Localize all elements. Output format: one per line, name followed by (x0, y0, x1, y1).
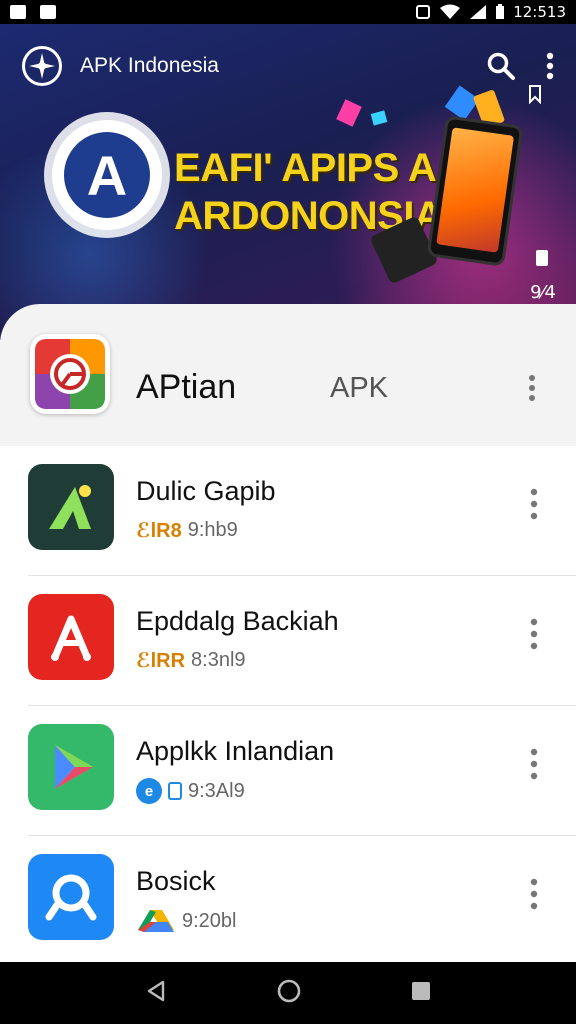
featured-app-icon[interactable] (30, 334, 110, 414)
app-tag: ℰlR8 (136, 520, 182, 542)
app-meta: ℰlR8 9:hb9 (136, 518, 238, 543)
app-version: 8:3nl9 (191, 649, 246, 671)
app-meta: e 9:3Al9 (136, 778, 245, 804)
list-item[interactable]: Dulic Gapib ℰlR8 9:hb9 (0, 446, 576, 576)
app-name: Dulic Gapib (136, 476, 276, 506)
recents-icon[interactable] (410, 980, 432, 1007)
status-bar: 12:513 (0, 0, 576, 24)
image-notification-icon (40, 5, 56, 19)
drive-icon (138, 910, 174, 932)
list-item[interactable]: Applkk Inlandian e 9:3Al9 (0, 706, 576, 836)
app-version: 9:hb9 (187, 519, 238, 541)
sync-icon (416, 5, 431, 19)
app-name: Applkk Inlandian (136, 736, 335, 766)
decor-shape (536, 250, 548, 266)
app-meta: 9:20bl (136, 908, 237, 934)
app-list: Dulic Gapib ℰlR8 9:hb9 Epddalg Backiah ℰ… (0, 446, 576, 966)
compass-logo-icon (22, 46, 62, 86)
app-bar: APK Indonesia (0, 24, 576, 108)
more-vert-icon[interactable] (530, 878, 538, 915)
more-vert-icon[interactable] (530, 618, 538, 655)
app-title: APK Indonesia (80, 54, 219, 77)
list-item[interactable]: Bosick 9:20bl (0, 836, 576, 966)
hero-headline-line1: EAFI' APIPS A (174, 146, 437, 190)
list-item[interactable]: Epddalg Backiah ℰlRR 8:3nl9 (0, 576, 576, 706)
home-icon[interactable] (276, 978, 302, 1009)
more-vert-icon[interactable] (546, 52, 554, 80)
app-version: 9:3Al9 (188, 779, 245, 802)
clock: 12:513 (513, 3, 566, 21)
browser-icon: e (136, 778, 162, 804)
app-version: 9:20bl (182, 909, 237, 932)
blue-search-app-icon (28, 854, 114, 940)
hero-emblem: A (52, 120, 162, 230)
system-nav-bar (0, 962, 576, 1024)
signal-icon (470, 5, 487, 19)
app-tag: ℰlRR (136, 650, 186, 672)
more-vert-icon[interactable] (530, 488, 538, 525)
red-a-app-icon (28, 594, 114, 680)
hero-banner: APK Indonesia A EAFI' APIPS A ARDONONSIA… (0, 24, 576, 340)
featured-app-name[interactable]: APtian (136, 368, 236, 407)
bookmark-icon (528, 84, 542, 109)
play-store-app-icon (28, 724, 114, 810)
green-arrow-app-icon (28, 464, 114, 550)
battery-icon (496, 4, 505, 19)
more-vert-icon[interactable] (530, 748, 538, 785)
app-meta: ℰlRR 8:3nl9 (136, 648, 246, 673)
featured-app-tag: APK (330, 372, 389, 404)
emblem-letter: A (64, 132, 150, 218)
more-vert-icon[interactable] (528, 374, 536, 407)
back-icon[interactable] (144, 979, 168, 1008)
app-name: Epddalg Backiah (136, 606, 339, 636)
file-icon (168, 782, 182, 800)
hero-side-text: 9⁄4 (530, 282, 556, 303)
wifi-icon (440, 4, 461, 19)
search-icon[interactable] (486, 51, 516, 81)
app-name: Bosick (136, 866, 216, 896)
notification-icon (10, 5, 26, 19)
